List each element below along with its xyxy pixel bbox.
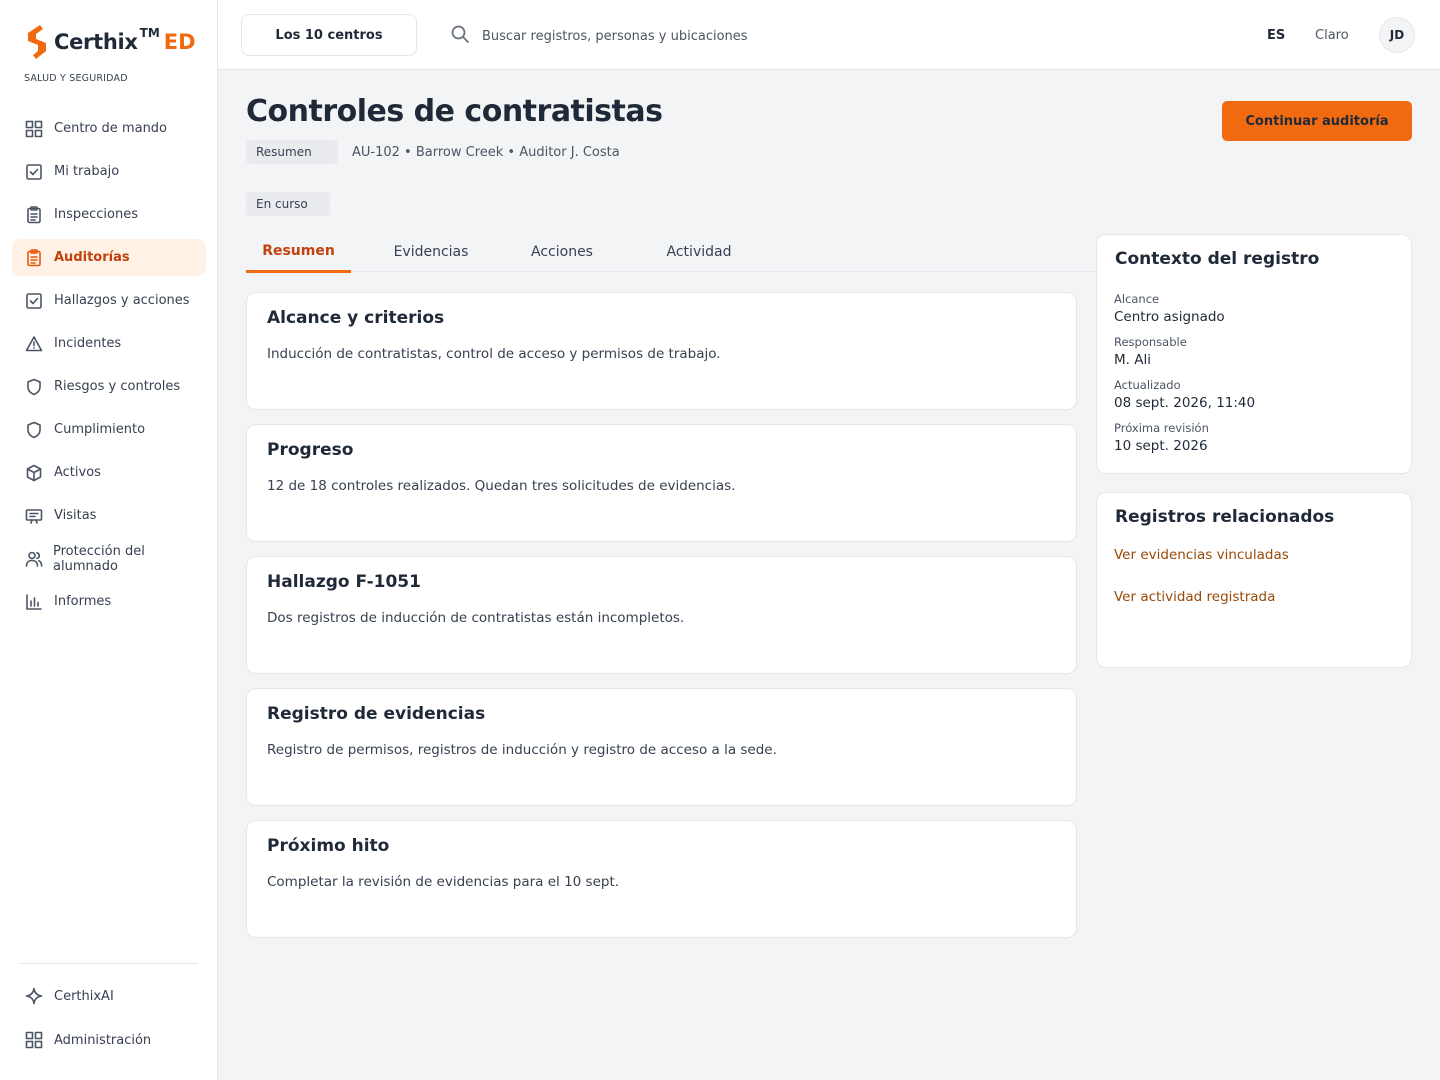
bar-chart-icon <box>24 592 44 612</box>
card-title: Alcance y criterios <box>267 308 445 328</box>
sidebar-item-cumplimiento[interactable]: Cumplimiento <box>12 411 206 448</box>
panel-title: Registros relacionados <box>1115 507 1335 527</box>
search-bar <box>450 24 882 48</box>
card-body: Dos registros de inducción de contratist… <box>267 610 685 626</box>
sidebar-item-label: Administración <box>54 1032 152 1048</box>
card-registro-de-evidencias: Registro de evidencias Registro de permi… <box>246 688 1077 806</box>
brand-subtitle: SALUD Y SEGURIDAD <box>24 73 128 84</box>
page-title: Controles de contratistas <box>246 94 663 129</box>
sidebar-item-informes[interactable]: Informes <box>12 583 206 620</box>
card-body: Completar la revisión de evidencias para… <box>267 874 620 890</box>
sidebar-bottom-nav: CerthixAI Administración <box>12 976 206 1064</box>
tab-evidencias[interactable]: Evidencias <box>376 232 486 272</box>
cube-icon <box>24 463 44 483</box>
record-context-panel: Contexto del registro Alcance Centro asi… <box>1096 234 1412 474</box>
continue-audit-button[interactable]: Continuar auditoría <box>1222 101 1412 141</box>
brand-trademark: TM <box>139 26 160 40</box>
certhix-logo-icon <box>28 25 46 59</box>
card-progreso: Progreso 12 de 18 controles realizados. … <box>246 424 1077 542</box>
related-records-panel: Registros relacionados Ver evidencias vi… <box>1096 492 1412 668</box>
sidebar-item-label: Visitas <box>54 508 97 523</box>
brand-logo[interactable]: Certhix TM ED <box>24 24 196 60</box>
check-square-icon <box>24 162 44 182</box>
sidebar-item-mi-trabajo[interactable]: Mi trabajo <box>12 153 206 190</box>
sidebar-nav: Centro de mando Mi trabajo Inspecciones … <box>12 110 206 626</box>
tab-bar: Resumen Evidencias Acciones Actividad <box>246 232 1096 273</box>
summary-chip: Resumen <box>246 140 338 164</box>
sidebar-item-visitas[interactable]: Visitas <box>12 497 206 534</box>
context-label: Próxima revisión <box>1114 421 1209 435</box>
sidebar-divider <box>20 963 198 964</box>
sidebar-item-activos[interactable]: Activos <box>12 454 206 491</box>
record-meta: AU-102 • Barrow Creek • Auditor J. Costa <box>352 145 620 160</box>
sidebar-item-riesgos-y-controles[interactable]: Riesgos y controles <box>12 368 206 405</box>
users-icon <box>24 549 43 569</box>
sidebar-item-label: CerthixAI <box>54 988 114 1004</box>
check-square-icon <box>24 291 44 311</box>
theme-toggle[interactable]: Claro <box>1315 28 1349 43</box>
grid-icon <box>24 119 44 139</box>
sidebar-item-inspecciones[interactable]: Inspecciones <box>12 196 206 233</box>
brand-suffix: ED <box>163 30 196 54</box>
card-hallazgo: Hallazgo F-1051 Dos registros de inducci… <box>246 556 1077 674</box>
shield-icon <box>24 420 44 440</box>
card-title: Progreso <box>267 440 354 460</box>
sidebar-item-label: Protección del alumnado <box>53 543 145 574</box>
sidebar-item-label: Mi trabajo <box>54 164 120 179</box>
language-switcher[interactable]: ES <box>1267 28 1285 43</box>
tab-actividad[interactable]: Actividad <box>644 232 754 272</box>
status-badge: En curso <box>246 192 330 216</box>
site-selector[interactable]: Los 10 centros <box>241 14 417 56</box>
warning-triangle-icon <box>24 334 44 354</box>
card-title: Hallazgo F-1051 <box>267 572 421 592</box>
card-proximo-hito: Próximo hito Completar la revisión de ev… <box>246 820 1077 938</box>
card-body: 12 de 18 controles realizados. Quedan tr… <box>267 478 736 494</box>
sidebar-item-label: Riesgos y controles <box>54 379 181 394</box>
linked-evidence-link[interactable]: Ver evidencias vinculadas <box>1114 547 1289 563</box>
sidebar-item-centro-de-mando[interactable]: Centro de mando <box>12 110 206 147</box>
context-label: Responsable <box>1114 335 1187 349</box>
sidebar-item-label: Inspecciones <box>54 207 138 222</box>
card-body: Inducción de contratistas, control de ac… <box>267 346 721 362</box>
sidebar-item-label: Auditorías <box>54 250 130 265</box>
card-title: Registro de evidencias <box>267 704 486 724</box>
sidebar-item-administracion[interactable]: Administración <box>12 1020 206 1060</box>
sidebar-item-proteccion-del-alumnado[interactable]: Protección del alumnado <box>12 540 206 577</box>
context-value: Centro asignado <box>1114 309 1225 325</box>
clipboard-icon <box>24 248 44 268</box>
sidebar-item-incidentes[interactable]: Incidentes <box>12 325 206 362</box>
sidebar-item-label: Centro de mando <box>54 121 168 136</box>
sidebar-item-label: Hallazgos y acciones <box>54 293 190 308</box>
shield-icon <box>24 377 44 397</box>
card-body: Registro de permisos, registros de induc… <box>267 742 777 758</box>
id-card-icon <box>24 506 44 526</box>
tab-acciones[interactable]: Acciones <box>512 232 612 272</box>
sidebar-item-label: Activos <box>54 465 101 480</box>
card-alcance-y-criterios: Alcance y criterios Inducción de contrat… <box>246 292 1077 410</box>
sidebar-item-label: Cumplimiento <box>54 422 146 437</box>
sidebar-item-auditorias[interactable]: Auditorías <box>12 239 206 276</box>
context-value: 10 sept. 2026 <box>1114 438 1208 454</box>
topbar: Los 10 centros ES Claro JD <box>218 0 1440 70</box>
card-title: Próximo hito <box>267 836 390 856</box>
sparkle-icon <box>24 986 44 1006</box>
clipboard-icon <box>24 205 44 225</box>
sidebar-item-label: Informes <box>54 594 112 609</box>
context-value: 08 sept. 2026, 11:40 <box>1114 395 1256 411</box>
recorded-activity-link[interactable]: Ver actividad registrada <box>1114 589 1275 605</box>
panel-title: Contexto del registro <box>1115 249 1320 269</box>
context-value: M. Ali <box>1114 352 1151 368</box>
context-label: Actualizado <box>1114 378 1181 392</box>
sidebar-item-hallazgos-y-acciones[interactable]: Hallazgos y acciones <box>12 282 206 319</box>
tab-resumen[interactable]: Resumen <box>246 232 351 273</box>
context-label: Alcance <box>1114 292 1160 306</box>
brand-name: Certhix <box>54 30 138 54</box>
sidebar: Certhix TM ED SALUD Y SEGURIDAD Centro d… <box>0 0 218 1080</box>
sidebar-item-label: Incidentes <box>54 336 122 351</box>
search-icon <box>450 24 470 48</box>
user-avatar[interactable]: JD <box>1379 17 1415 53</box>
grid-icon <box>24 1030 44 1050</box>
sidebar-item-certhixai[interactable]: CerthixAI <box>12 976 206 1016</box>
search-input[interactable] <box>482 28 882 44</box>
